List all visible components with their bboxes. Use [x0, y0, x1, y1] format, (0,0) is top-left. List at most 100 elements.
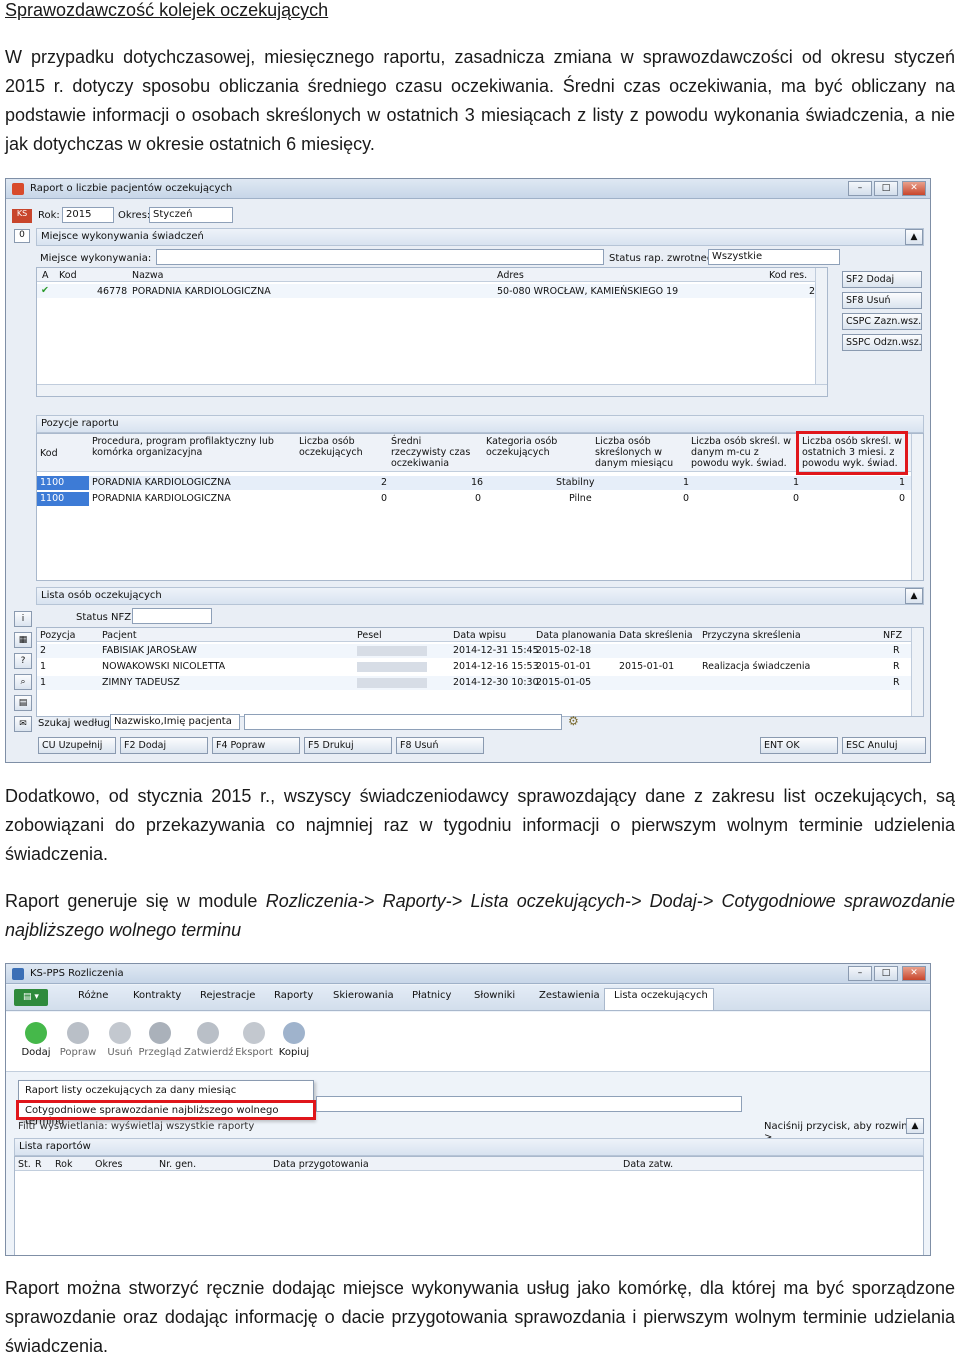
- places-cell-adres: 50-080 WROCŁAW, KAMIEŃSKIEGO 19: [497, 286, 679, 297]
- menu-zestawienia[interactable]: Zestawienia: [539, 987, 600, 1004]
- redacted-pesel: [357, 662, 427, 672]
- export-tool[interactable]: Eksport: [234, 1022, 274, 1058]
- app-menu-icon[interactable]: ▤ ▾: [14, 989, 48, 1006]
- section-expand-icon[interactable]: ▲: [905, 229, 923, 245]
- f5-print-button[interactable]: F5 Drukuj: [304, 737, 392, 754]
- pos-cell-liczba: 0: [381, 493, 388, 504]
- approve-tool[interactable]: Zatwierdź: [184, 1022, 234, 1058]
- minimize-icon[interactable]: –: [848, 966, 872, 981]
- copy-tool[interactable]: Kopiuj: [276, 1022, 312, 1058]
- menu-kontrakty[interactable]: Kontrakty: [133, 987, 181, 1004]
- approve-tool-label: Zatwierdź: [184, 1047, 234, 1058]
- dropdown-monthly-report[interactable]: Raport listy oczekujących za dany miesią…: [25, 1085, 236, 1096]
- sf2-add-button[interactable]: SF2 Dodaj: [842, 271, 922, 288]
- places-cell-nazwa: PORADNIA KARDIOLOGICZNA: [132, 286, 271, 297]
- places-hscroll[interactable]: [37, 384, 827, 396]
- f4-edit-button[interactable]: F4 Popraw: [212, 737, 300, 754]
- cu-fill-button[interactable]: CU Uzupełnij: [38, 737, 116, 754]
- menu-platnicy[interactable]: Płatnicy: [412, 987, 451, 1004]
- pos-cell-skr-m: 1: [683, 477, 690, 488]
- okres-select[interactable]: Styczeń: [149, 207, 233, 223]
- deselect-all-button[interactable]: SSPC Odzn.wsz.: [842, 334, 922, 351]
- pos-col-skr-wyk: Liczba osób skreśl. w danym m-cu z powod…: [691, 436, 792, 469]
- section-expand-icon[interactable]: ▲: [906, 1118, 924, 1134]
- calculator-icon[interactable]: ▦: [14, 632, 32, 648]
- print-icon[interactable]: ▤: [14, 695, 32, 711]
- edit-tool[interactable]: Popraw: [58, 1022, 98, 1058]
- pos-cell-sredni: 0: [475, 493, 482, 504]
- pozycje-section-header: Pozycje raportu: [36, 415, 924, 433]
- export-icon: [243, 1022, 265, 1044]
- patient-cell-pozycja: 2: [40, 645, 47, 656]
- search-label: Szukaj według:: [38, 718, 114, 729]
- pos-cell-skr-wyk: 0: [793, 493, 800, 504]
- view-tool[interactable]: Przegląd: [138, 1022, 182, 1058]
- gear-icon[interactable]: ⚙: [568, 714, 579, 728]
- pozycje-section-title: Pozycje raportu: [41, 418, 119, 429]
- reports-col-st: St.: [18, 1159, 31, 1170]
- section-expand-icon[interactable]: ▲: [905, 588, 923, 604]
- f8-delete-button[interactable]: F8 Usuń: [396, 737, 484, 754]
- close-icon[interactable]: ✕: [902, 181, 926, 196]
- pos-col-kategoria: Kategoria osób oczekujących: [486, 436, 558, 458]
- trash-icon: [109, 1022, 131, 1044]
- report-window: Raport o liczbie pacjentów oczekujących …: [5, 178, 931, 763]
- pos-col-sredni: Średni rzeczywisty czas oczekiwania: [391, 436, 471, 469]
- positions-scrollbar[interactable]: [911, 434, 923, 580]
- menu-slowniki[interactable]: Słowniki: [474, 987, 515, 1004]
- pos-col-liczba: Liczba osób oczekujących: [299, 436, 363, 458]
- filter-input[interactable]: [316, 1096, 742, 1112]
- raporty-section-title: Lista raportów: [19, 1141, 91, 1152]
- patients-scrollbar[interactable]: [911, 628, 923, 716]
- collapse-toggle[interactable]: 0: [14, 229, 30, 243]
- paragraph-module-path: Raport generuje się w module Rozliczenia…: [5, 887, 955, 945]
- sf8-delete-button[interactable]: SF8 Usuń: [842, 292, 922, 309]
- app-icon: [12, 183, 24, 195]
- reports-col-nrgen: Nr. gen.: [159, 1159, 197, 1170]
- help-icon[interactable]: ?: [14, 653, 32, 669]
- status-nfz-select[interactable]: [132, 608, 212, 624]
- menu-lista-oczekujacych[interactable]: Lista oczekujących: [614, 987, 708, 1004]
- maximize-icon[interactable]: □: [874, 966, 898, 981]
- paragraph-intro: W przypadku dotychczasowej, miesięcznego…: [5, 47, 955, 154]
- ok-button[interactable]: ENT OK: [760, 737, 838, 754]
- copy-icon: [283, 1022, 305, 1044]
- minimize-icon[interactable]: –: [848, 181, 872, 196]
- patient-cell-wpis: 2014-12-16 15:53: [453, 661, 539, 672]
- pos-cell-liczba: 2: [381, 477, 388, 488]
- search-by-select[interactable]: Nazwisko,Imię pacjenta: [110, 714, 240, 730]
- maximize-icon[interactable]: □: [874, 181, 898, 196]
- search-icon[interactable]: ⌕: [14, 674, 32, 690]
- mail-icon[interactable]: ✉: [14, 716, 32, 732]
- menu-rejestracje[interactable]: Rejestracje: [200, 987, 255, 1004]
- info-icon[interactable]: i: [14, 611, 32, 627]
- patient-cell-pozycja: 1: [40, 661, 47, 672]
- pos-cell-skr-m: 0: [683, 493, 690, 504]
- status-label: Status rap. zwrotnego:: [609, 253, 723, 264]
- f2-add-button[interactable]: F2 Dodaj: [120, 737, 208, 754]
- places-scrollbar[interactable]: [815, 268, 827, 384]
- status-select[interactable]: Wszystkie: [708, 249, 840, 265]
- places-col-kodres: Kod res.: [769, 270, 808, 281]
- window-title: Raport o liczbie pacjentów oczekujących: [30, 183, 233, 194]
- close-icon[interactable]: ✕: [902, 966, 926, 981]
- add-tool[interactable]: Dodaj: [18, 1022, 54, 1058]
- check-icon: ✔: [41, 285, 49, 296]
- reports-col-rok: Rok: [55, 1159, 73, 1170]
- window-title: KS-PPS Rozliczenia: [30, 968, 124, 979]
- menu-rozne[interactable]: Różne: [78, 987, 108, 1004]
- copy-tool-label: Kopiuj: [278, 1047, 310, 1058]
- select-all-button[interactable]: CSPC Zazn.wsz.: [842, 313, 922, 330]
- menu-raporty[interactable]: Raporty: [274, 987, 313, 1004]
- patient-cell-wpis: 2014-12-31 15:45: [453, 645, 539, 656]
- rok-input[interactable]: 2015: [62, 207, 114, 223]
- cancel-button[interactable]: ESC Anuluj: [842, 737, 926, 754]
- ribbon: Dodaj Popraw Usuń Przegląd Zatwierdź Eks…: [6, 1012, 930, 1072]
- places-col-nazwa: Nazwa: [132, 270, 164, 281]
- delete-tool[interactable]: Usuń: [102, 1022, 138, 1058]
- redacted-pesel: [357, 646, 427, 656]
- search-input[interactable]: [244, 714, 562, 730]
- menu-skierowania[interactable]: Skierowania: [333, 987, 394, 1004]
- raporty-section-header: Lista raportów: [14, 1138, 924, 1156]
- miejsce-input[interactable]: [156, 249, 604, 265]
